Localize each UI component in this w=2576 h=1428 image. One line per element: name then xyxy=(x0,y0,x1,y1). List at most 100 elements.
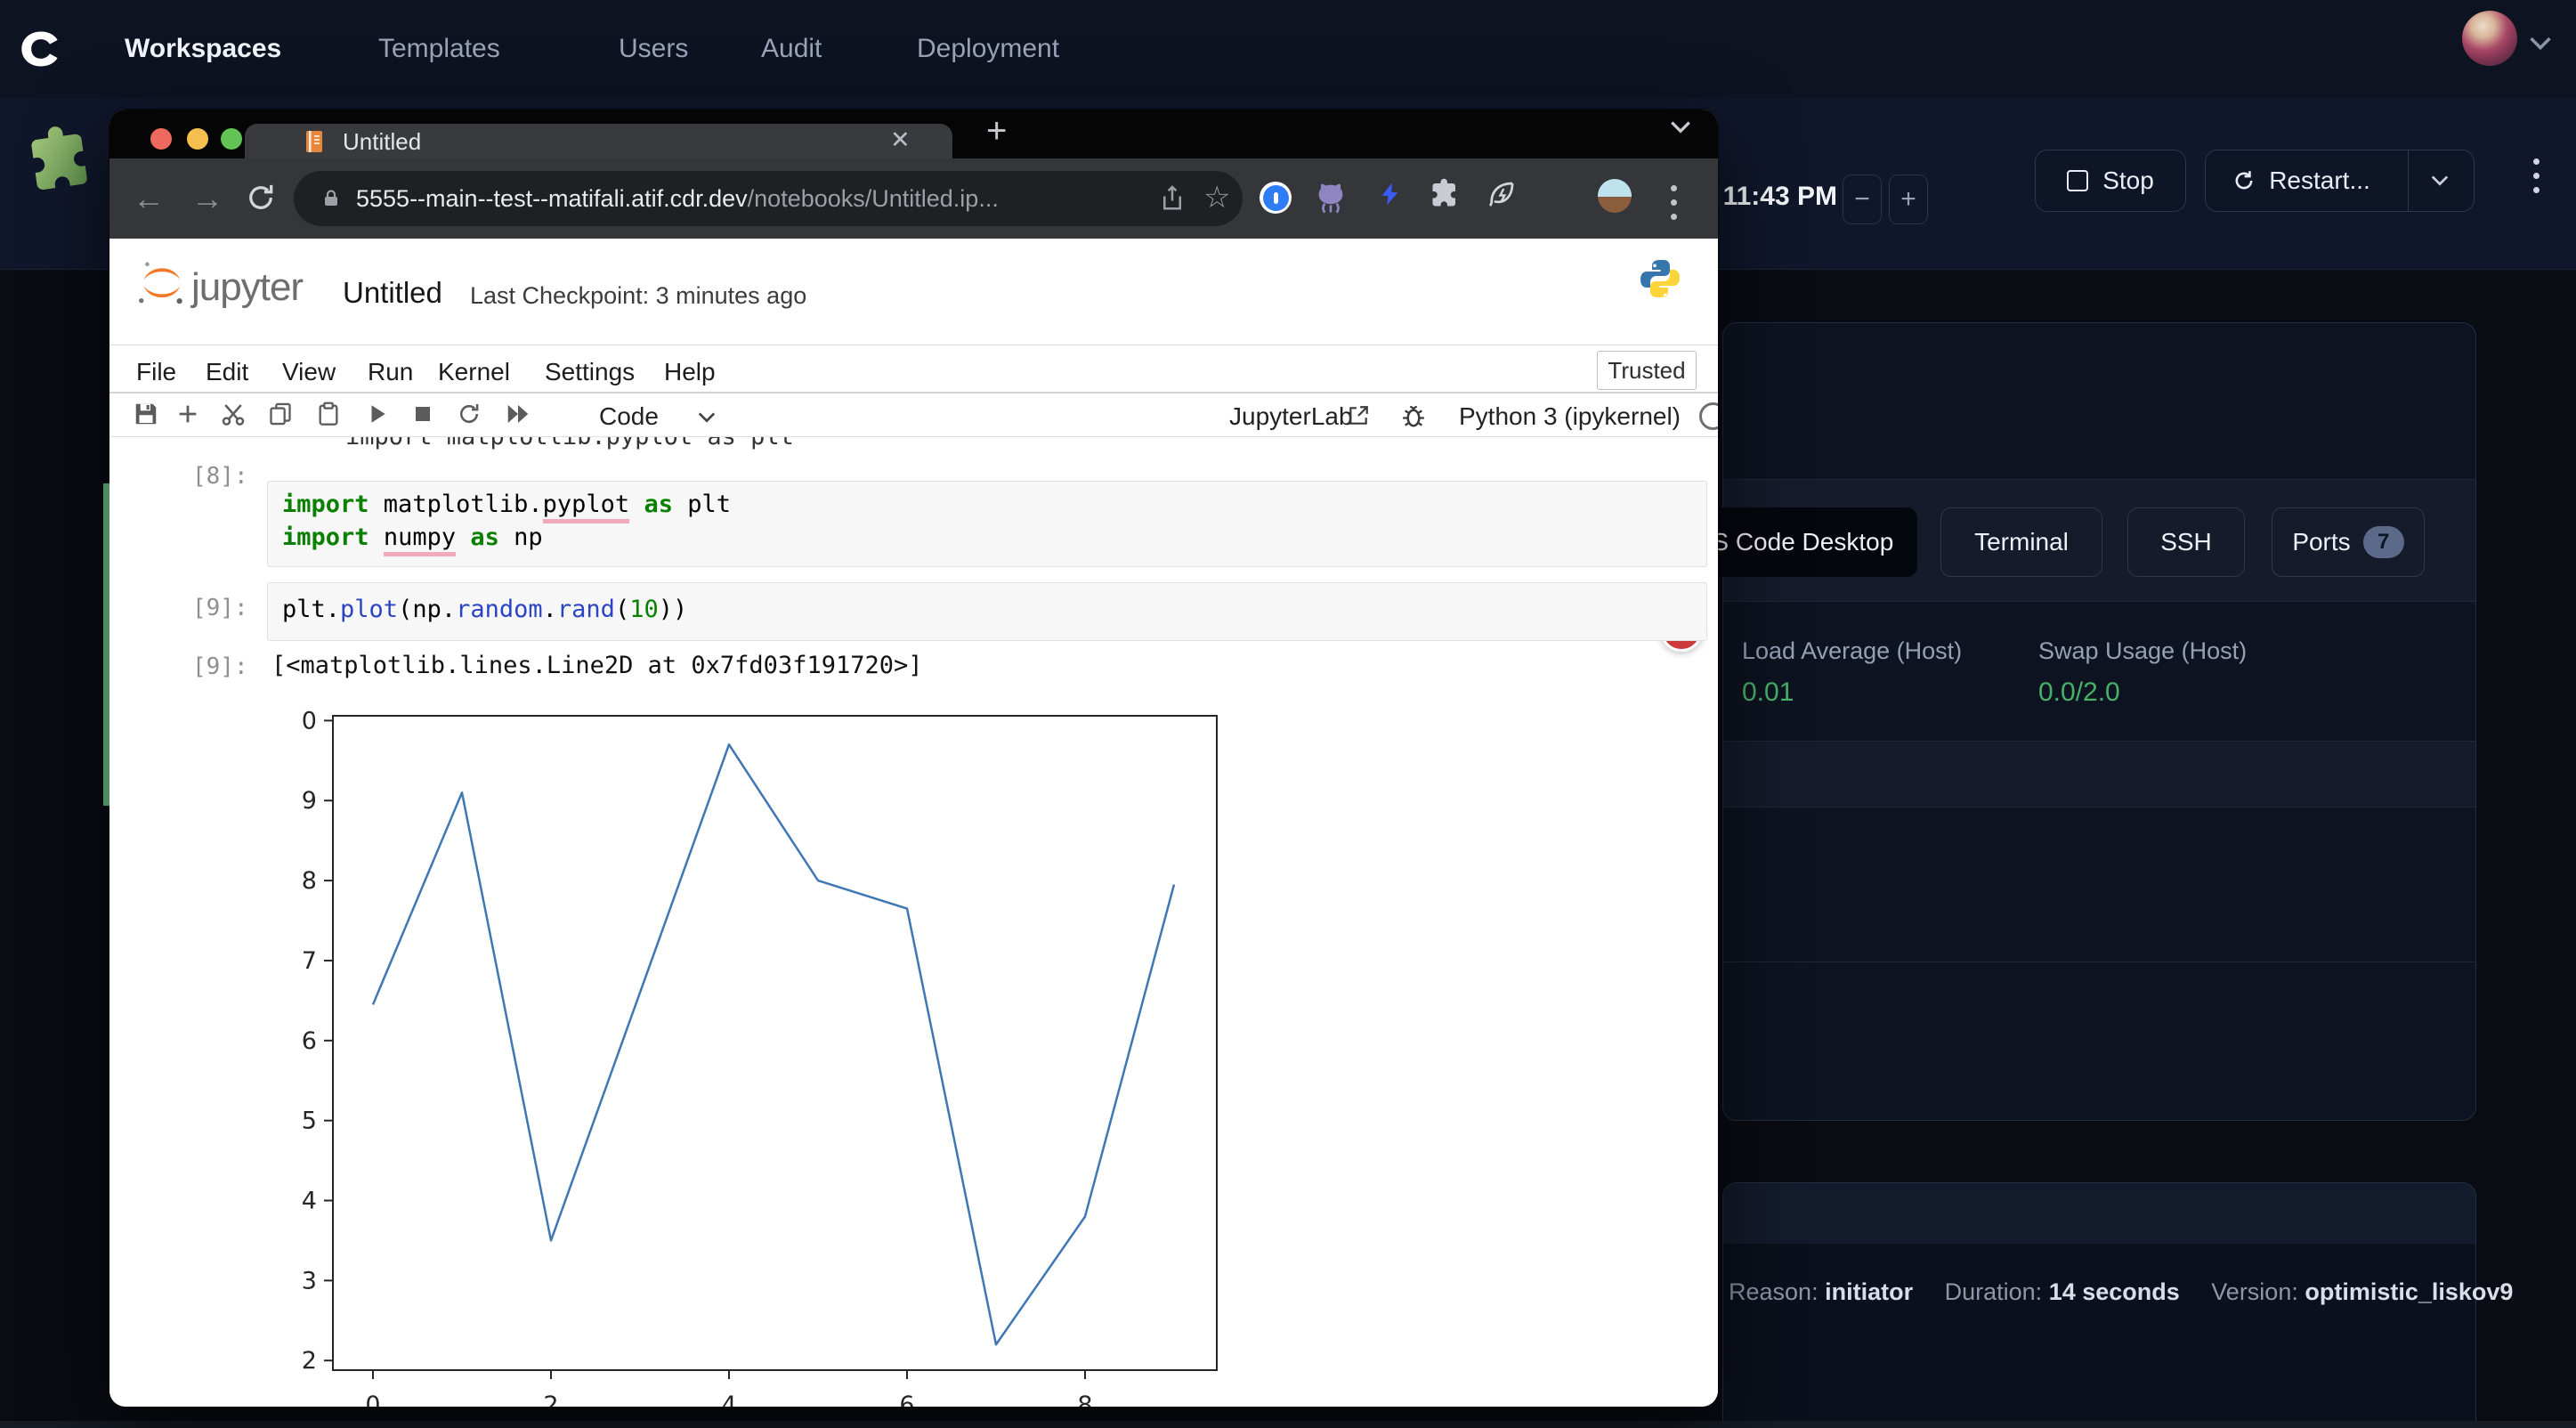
run-icon[interactable] xyxy=(366,401,389,427)
new-tab-icon[interactable]: + xyxy=(986,111,1007,151)
share-icon[interactable] xyxy=(1159,183,1186,214)
stat-load-average: Load Average (Host) 0.01 xyxy=(1742,637,1962,708)
workspace-menu-button[interactable] xyxy=(2533,158,2540,193)
screen: Workspaces Templates Users Audit Deploym… xyxy=(0,0,2576,1428)
menu-kernel[interactable]: Kernel xyxy=(438,358,510,386)
ext-github-icon[interactable] xyxy=(1313,178,1349,217)
cell-type-select[interactable]: Code xyxy=(599,402,659,431)
menu-edit[interactable]: Edit xyxy=(206,358,248,386)
code-line[interactable]: import matplotlib.pyplot as plt xyxy=(282,491,731,518)
restart-button[interactable]: Restart... xyxy=(2205,150,2475,212)
svg-text:0.9: 0.9 xyxy=(303,787,317,815)
menu-help[interactable]: Help xyxy=(664,358,716,386)
matplotlib-line-chart: 0.20.30.40.50.60.70.80.91.002468 xyxy=(303,705,1237,1407)
restart-options-button[interactable] xyxy=(2408,150,2471,211)
url-text: 5555--main--test--matifali.atif.cdr.dev/… xyxy=(356,185,999,213)
ext-bolt-icon[interactable] xyxy=(1377,176,1404,212)
top-nav: Workspaces Templates Users Audit Deploym… xyxy=(0,0,2576,98)
menu-file[interactable]: File xyxy=(136,358,176,386)
browser-tab[interactable]: Untitled ✕ xyxy=(245,124,952,158)
decrease-button[interactable]: − xyxy=(1843,174,1882,224)
ext-monkey-leaf-icon[interactable] xyxy=(1486,178,1518,210)
dropdown-chevron-icon[interactable] xyxy=(697,411,717,424)
code-line[interactable]: plt.plot(np.random.rand(10)) xyxy=(282,596,687,623)
browser-tab-strip: Untitled ✕ + xyxy=(109,110,1718,158)
svg-text:0.4: 0.4 xyxy=(303,1188,317,1215)
lock-icon xyxy=(320,186,342,211)
svg-text:6: 6 xyxy=(899,1391,914,1407)
svg-text:0.8: 0.8 xyxy=(303,867,317,895)
menu-settings[interactable]: Settings xyxy=(545,358,635,386)
cut-icon[interactable] xyxy=(220,401,247,427)
kernel-status-icon xyxy=(1699,402,1718,430)
ext-puzzle-icon[interactable] xyxy=(1429,178,1461,210)
notebook-title[interactable]: Untitled xyxy=(343,276,442,310)
tab-search-chevron-icon[interactable] xyxy=(1669,120,1692,134)
increase-button[interactable]: + xyxy=(1889,174,1928,224)
star-bookmark-icon[interactable]: ☆ xyxy=(1203,180,1230,215)
browser-menu-icon[interactable] xyxy=(1671,185,1677,220)
scrolled-cell-fragment: import matplotlib.pyplot as plt xyxy=(345,437,1022,450)
tab-close-icon[interactable]: ✕ xyxy=(890,126,911,154)
nav-item-templates[interactable]: Templates xyxy=(378,34,500,64)
tab-title: Untitled xyxy=(343,128,421,156)
nav-item-users[interactable]: Users xyxy=(619,34,688,64)
forward-icon[interactable]: → xyxy=(191,180,223,217)
debugger-bug-icon[interactable] xyxy=(1400,402,1427,429)
svg-text:2: 2 xyxy=(543,1391,558,1407)
jupyter-logo-icon xyxy=(134,258,190,308)
chevron-down-icon[interactable] xyxy=(2528,36,2553,52)
bottom-edge xyxy=(0,1421,2576,1428)
svg-text:0.2: 0.2 xyxy=(303,1347,317,1375)
nav-item-workspaces[interactable]: Workspaces xyxy=(125,34,281,64)
browser-profile-avatar[interactable] xyxy=(1598,179,1632,213)
jupyterlab-link[interactable]: JupyterLab xyxy=(1229,402,1353,431)
terminal-button[interactable]: Terminal xyxy=(1940,507,2102,577)
ports-button[interactable]: Ports 7 xyxy=(2272,507,2425,577)
ports-count-badge: 7 xyxy=(2363,526,2404,558)
reload-icon[interactable] xyxy=(245,182,277,214)
nav-item-audit[interactable]: Audit xyxy=(761,34,822,64)
svg-text:8: 8 xyxy=(1077,1391,1092,1407)
kernel-name[interactable]: Python 3 (ipykernel) xyxy=(1459,402,1681,431)
traffic-light-close-icon[interactable] xyxy=(150,128,172,150)
nav-item-deployment[interactable]: Deployment xyxy=(917,34,1059,64)
fast-forward-icon[interactable] xyxy=(505,401,531,427)
browser-window: Untitled ✕ + ← → 5555--main--test--matif… xyxy=(109,110,1718,1407)
puzzle-app-icon xyxy=(20,120,101,200)
svg-text:0.7: 0.7 xyxy=(303,947,317,975)
user-avatar[interactable] xyxy=(2462,11,2517,66)
cell-prompt: [8]: xyxy=(192,463,248,490)
jupyter-favicon-icon xyxy=(304,129,325,154)
save-icon[interactable] xyxy=(133,401,159,427)
coder-logo-icon xyxy=(18,28,64,69)
svg-text:0.5: 0.5 xyxy=(303,1108,317,1135)
resources-card xyxy=(1722,322,2476,1121)
copy-icon[interactable] xyxy=(268,401,293,427)
menu-view[interactable]: View xyxy=(282,358,336,386)
svg-text:0.3: 0.3 xyxy=(303,1267,317,1294)
jupyter-menubar: File Edit View Run Kernel Settings Help … xyxy=(109,345,1718,391)
jupyter-notebook: jupyter Untitled Last Checkpoint: 3 minu… xyxy=(109,239,1718,1407)
output-prompt: [9]: xyxy=(192,653,248,680)
ssh-button[interactable]: SSH xyxy=(2127,507,2245,577)
svg-text:4: 4 xyxy=(721,1391,736,1407)
svg-text:1.0: 1.0 xyxy=(303,707,317,734)
stop-icon[interactable] xyxy=(412,401,433,427)
traffic-light-zoom-icon[interactable] xyxy=(221,128,242,150)
checkpoint-status: Last Checkpoint: 3 minutes ago xyxy=(470,282,806,310)
url-bar[interactable]: 5555--main--test--matifali.atif.cdr.dev/… xyxy=(294,171,1243,226)
external-link-icon[interactable] xyxy=(1347,404,1370,427)
menu-run[interactable]: Run xyxy=(368,358,413,386)
trusted-button[interactable]: Trusted xyxy=(1597,351,1697,390)
jupyter-toolbar: Code JupyterLab Python 3 (ipykernel) xyxy=(109,392,1718,437)
code-line[interactable]: import numpy as np xyxy=(282,523,543,551)
stop-button[interactable]: Stop xyxy=(2035,150,2186,212)
back-icon[interactable]: ← xyxy=(133,180,165,217)
add-cell-icon[interactable] xyxy=(175,401,200,427)
ext-1password-icon[interactable] xyxy=(1260,182,1292,214)
restart-kernel-icon[interactable] xyxy=(457,401,482,427)
paste-icon[interactable] xyxy=(316,401,341,427)
jupyter-brand[interactable]: jupyter xyxy=(191,265,303,310)
traffic-light-minimize-icon[interactable] xyxy=(187,128,208,150)
